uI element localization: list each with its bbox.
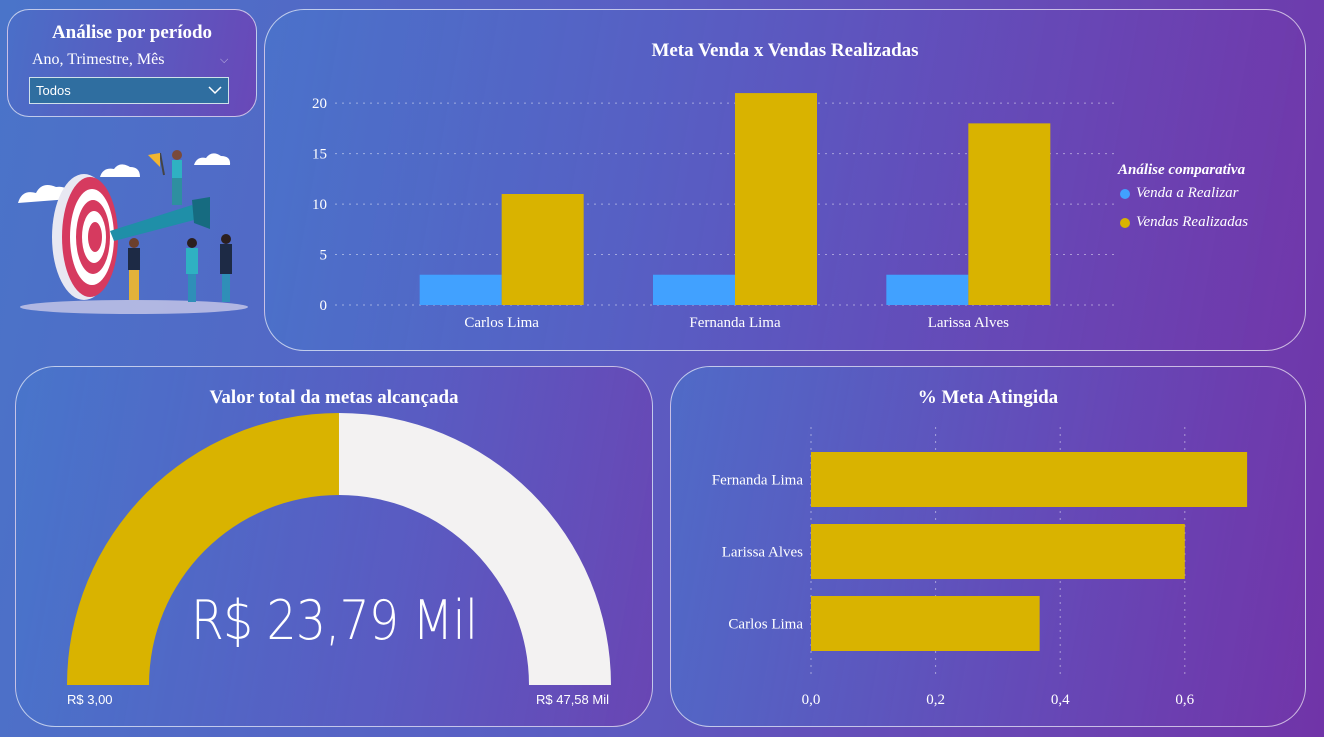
legend-title: Análise comparativa [1118, 162, 1246, 178]
x-tick-label: 0,4 [1051, 692, 1070, 708]
legend-dot-gold [1120, 217, 1130, 228]
filter-hierarchy-label: Ano, Trimestre, Mês [32, 51, 165, 68]
bar-vendas-realizadas [501, 194, 584, 305]
chevron-down-icon [208, 86, 222, 95]
total-goal-gauge-panel: Valor total da metas alcançada R$ 23,79 … [15, 366, 653, 727]
x-tick-label: 0,6 [1175, 692, 1194, 708]
y-tick-label: 10 [312, 197, 327, 213]
bar-percent [811, 596, 1040, 651]
x-tick-label: Larissa Alves [928, 315, 1009, 331]
goal-percent-chart: 0,0 0,2 0,4 0,6 Fernanda Lima Larissa Alves Ca… [712, 427, 1248, 708]
y-tick-label: 0 [320, 298, 328, 314]
y-tick-label: 15 [312, 147, 327, 163]
dropdown-value: Todos [36, 83, 71, 98]
period-filter-panel: Análise por período Ano, Trimestre, Mês … [7, 9, 257, 117]
x-tick-label: 0,2 [926, 692, 945, 708]
bar-percent [811, 452, 1248, 507]
bar-venda-a-realizar [886, 274, 969, 305]
chevron-down-icon[interactable]: ⌵ [220, 54, 230, 66]
sales-comparison-chart: 0 5 10 15 20 Carlos Lima Fernanda Lima Larissa … [312, 93, 1115, 331]
goal-percent-chart-panel: % Meta Atingida 0,0 0,2 0,4 0,6 Fernanda Lim… [670, 366, 1306, 727]
goal-gauge [67, 413, 611, 685]
x-tick-label: Carlos Lima [464, 315, 539, 331]
sales-comparison-chart-panel: Meta Venda x Vendas Realizadas 0 5 10 15 20 C… [264, 9, 1306, 351]
bar-percent [811, 524, 1185, 579]
y-tick-label: 5 [320, 248, 328, 264]
target-goal-illustration [18, 150, 248, 314]
x-tick-label: Fernanda Lima [689, 315, 781, 331]
legend-dot-blue [1120, 188, 1130, 199]
legend-label: Venda a Realizar [1136, 185, 1239, 201]
gauge-value: R$ 23,79 Mil [190, 589, 478, 652]
x-tick-label: 0,0 [802, 692, 821, 708]
y-tick-label: 20 [312, 96, 327, 112]
legend-item-venda-a-realizar[interactable]: Venda a Realizar [1120, 185, 1239, 202]
bar-vendas-realizadas [968, 123, 1051, 305]
bar-venda-a-realizar [419, 274, 502, 305]
y-tick-label: Fernanda Lima [712, 473, 804, 489]
bar-vendas-realizadas [735, 93, 817, 305]
bar-venda-a-realizar [653, 274, 735, 305]
legend-label: Vendas Realizadas [1136, 214, 1249, 230]
gauge-min-label: R$ 3,00 [67, 692, 113, 707]
y-tick-label: Larissa Alves [722, 545, 803, 561]
period-dropdown[interactable]: Todos [29, 77, 229, 104]
legend-item-vendas-realizadas[interactable]: Vendas Realizadas [1120, 214, 1248, 231]
filter-title: Análise por período [51, 22, 213, 43]
gauge-max-label: R$ 47,58 Mil [536, 692, 609, 707]
y-tick-label: Carlos Lima [728, 617, 803, 633]
